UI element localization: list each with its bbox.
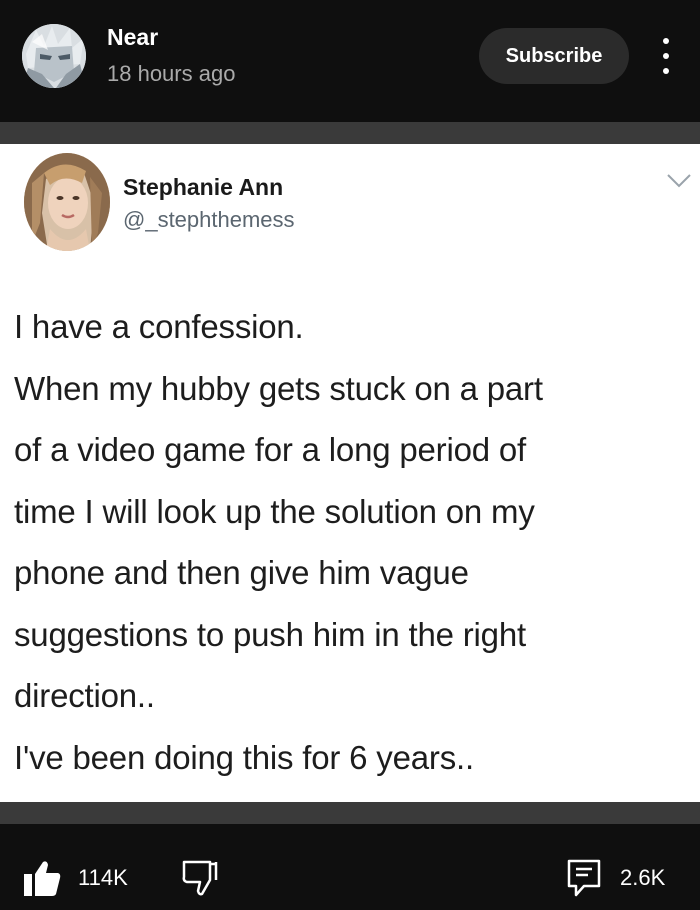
tweet-author-name: Stephanie Ann bbox=[123, 174, 284, 200]
thumbs-down-icon[interactable] bbox=[180, 858, 220, 898]
like-count: 114K bbox=[78, 865, 128, 890]
anime-avatar-icon bbox=[22, 24, 86, 88]
thumbs-up-icon[interactable] bbox=[22, 858, 62, 898]
image-border-top bbox=[0, 122, 700, 144]
tweet-text: I have a confession. When my hubby gets … bbox=[14, 296, 694, 788]
tweet-text-line: of a video game for a long period of bbox=[14, 431, 526, 468]
tweet-text-line: phone and then give him vague bbox=[14, 554, 469, 591]
tweet-text-line: time I will look up the solution on my bbox=[14, 492, 535, 530]
tweet-author-avatar bbox=[24, 153, 110, 251]
profile-photo bbox=[24, 153, 110, 251]
tweet-text-line: I've been doing this for 6 years.. bbox=[14, 738, 474, 776]
tweet-author-handle: @_stephthemess bbox=[123, 207, 295, 232]
tweet-text-line: I have a confession. bbox=[14, 308, 304, 345]
image-border-bottom bbox=[0, 802, 700, 824]
chevron-down-icon bbox=[667, 174, 691, 188]
more-dot bbox=[663, 68, 669, 74]
tweet-text-line: direction.. bbox=[14, 677, 155, 714]
tweet-text-line: When my hubby gets stuck on a part bbox=[14, 369, 543, 407]
tweet-image[interactable]: Stephanie Ann @_stephthemess I have a co… bbox=[0, 144, 700, 802]
tweet-text-line: suggestions to push him in the right bbox=[14, 615, 526, 653]
post-timestamp: 18 hours ago bbox=[107, 61, 236, 86]
post-header: Near 18 hours ago Subscribe bbox=[0, 0, 700, 122]
comment-icon[interactable] bbox=[566, 858, 602, 898]
action-bar: 114K 2.6K bbox=[0, 824, 700, 910]
subscribe-button[interactable]: Subscribe bbox=[479, 28, 629, 84]
comment-count: 2.6K bbox=[620, 865, 666, 890]
more-dot bbox=[663, 38, 669, 44]
more-dot bbox=[663, 53, 669, 59]
more-options-icon[interactable] bbox=[654, 32, 678, 80]
channel-avatar[interactable] bbox=[22, 24, 86, 88]
channel-name[interactable]: Near bbox=[107, 24, 158, 51]
